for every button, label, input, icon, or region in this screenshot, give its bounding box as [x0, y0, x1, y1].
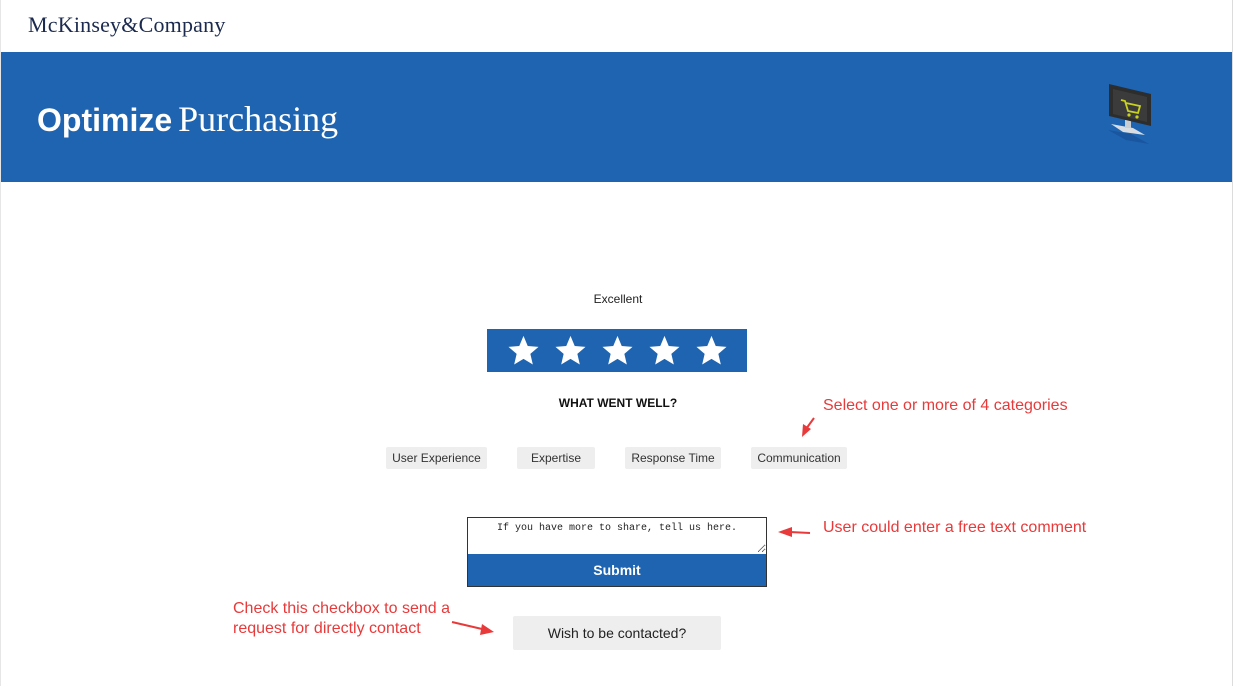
category-user-experience-button[interactable]: User Experience — [386, 447, 487, 469]
comment-textarea[interactable] — [468, 518, 766, 553]
wish-to-be-contacted-button[interactable]: Wish to be contacted? — [513, 616, 721, 650]
annotation-contact-line1: Check this checkbox to send a — [233, 600, 451, 617]
star-rating — [487, 329, 747, 372]
brand-logo: McKinsey&Company — [28, 12, 226, 37]
annotation-categories: Select one or more of 4 categories — [823, 397, 1068, 414]
star-1-icon[interactable] — [506, 333, 541, 368]
annotation-contact: Check this checkbox to send a request fo… — [233, 599, 450, 639]
banner-title: Optimize Purchasing — [37, 98, 338, 140]
page-right-border — [1232, 0, 1233, 686]
computer-shopping-cart-icon — [1108, 84, 1151, 144]
rating-label: Excellent — [593, 292, 643, 306]
banner-title-serif: Purchasing — [178, 99, 339, 139]
page-banner: Optimize Purchasing — [1, 52, 1232, 182]
category-expertise-button[interactable]: Expertise — [517, 447, 595, 469]
arrow-to-contact-icon — [451, 621, 494, 635]
arrow-to-categories-icon — [802, 417, 815, 437]
annotation-contact-line2: request for directly contact — [233, 620, 421, 637]
star-2-icon[interactable] — [553, 333, 588, 368]
comment-form: Submit — [467, 517, 767, 587]
star-5-icon[interactable] — [694, 333, 729, 368]
category-communication-button[interactable]: Communication — [751, 447, 847, 469]
category-response-time-button[interactable]: Response Time — [625, 447, 721, 469]
arrow-to-comment-icon — [778, 527, 811, 537]
star-4-icon[interactable] — [647, 333, 682, 368]
star-3-icon[interactable] — [600, 333, 635, 368]
banner-title-bold: Optimize — [37, 102, 173, 138]
submit-button[interactable]: Submit — [468, 554, 766, 586]
annotation-comment: User could enter a free text comment — [823, 519, 1087, 536]
